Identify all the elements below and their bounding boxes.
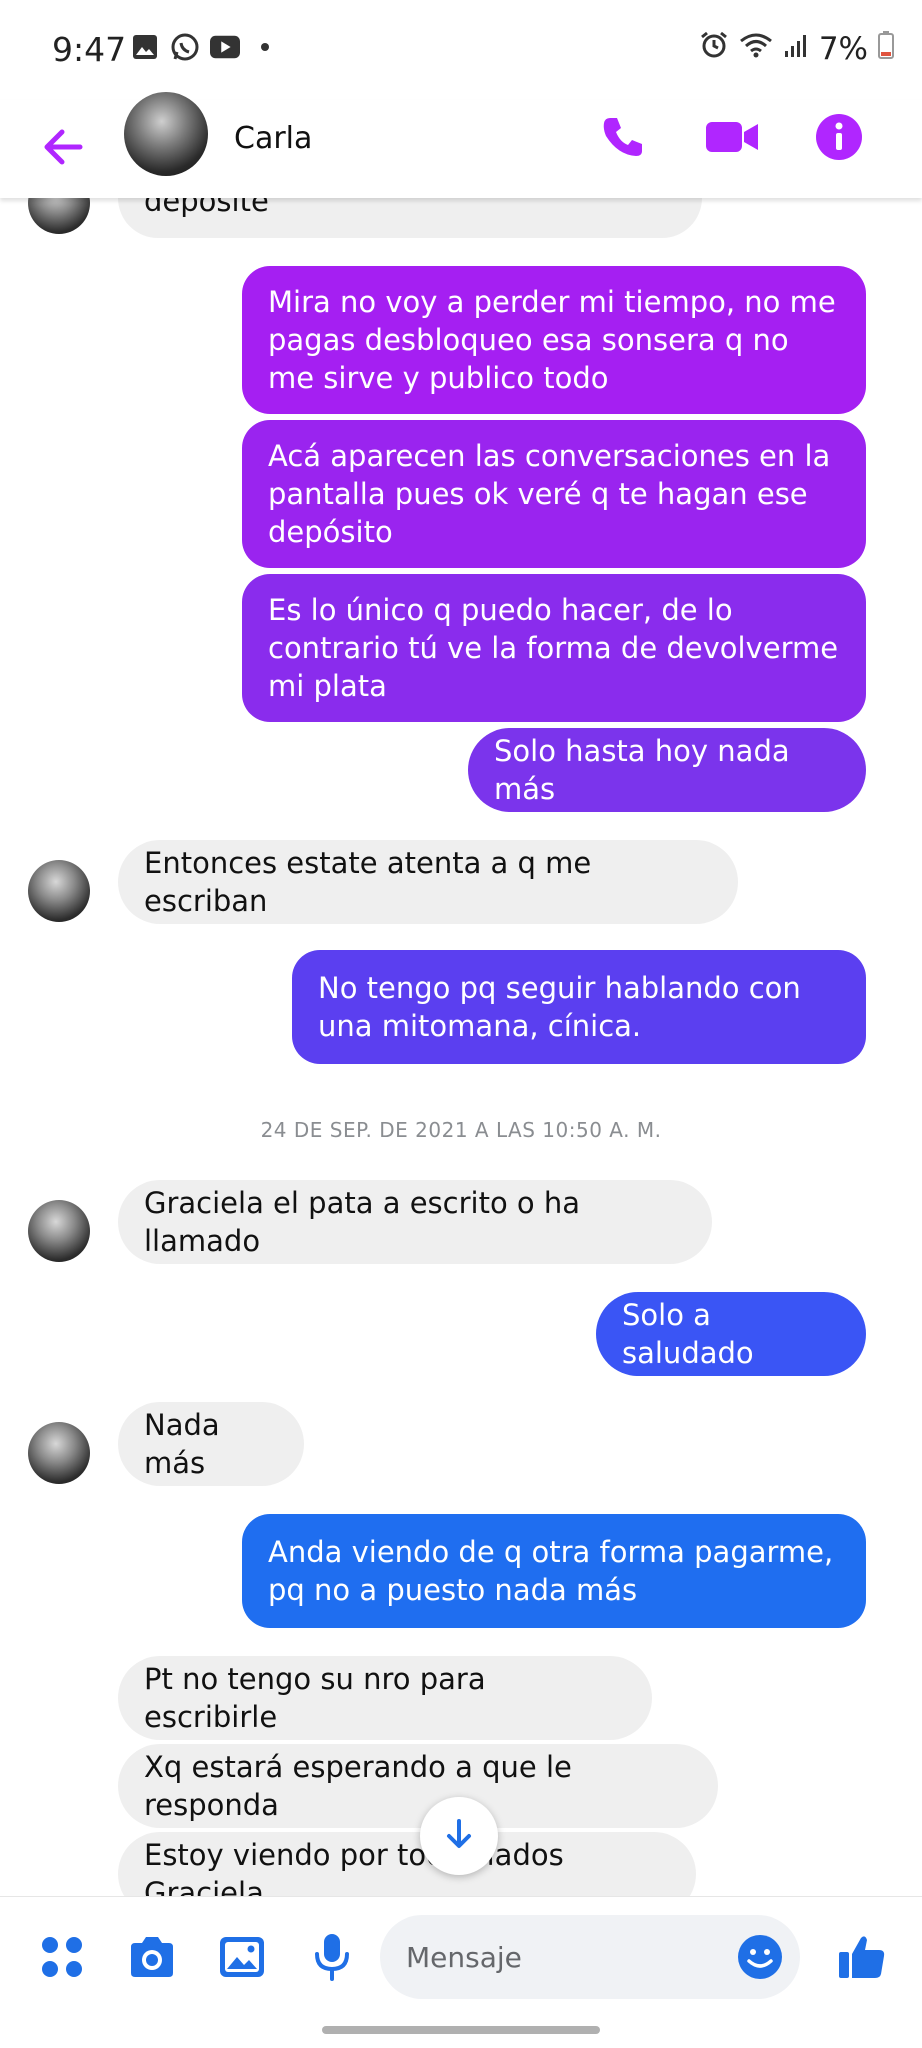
battery-icon	[878, 31, 894, 67]
incoming-message[interactable]: Pt no tengo su nro para escribirle	[118, 1656, 652, 1740]
incoming-message[interactable]: Graciela el pata a escrito o ha llamado	[118, 1180, 712, 1264]
smiley-icon[interactable]	[734, 1931, 786, 1983]
status-time: 9:47	[52, 30, 127, 69]
message-text: Solo a saludado	[622, 1298, 754, 1370]
message-text: Solo hasta hoy nada más	[494, 734, 790, 806]
incoming-message[interactable]: Entonces estate atenta a q me escriban	[118, 840, 738, 924]
arrow-down-icon	[442, 1817, 476, 1855]
contact-name[interactable]: Carla	[234, 121, 312, 156]
message-text: deposite	[144, 198, 269, 218]
home-indicator	[322, 2026, 600, 2034]
outgoing-message[interactable]: Anda viendo de q otra forma pagarme, pq …	[242, 1514, 866, 1628]
incoming-message[interactable]: Xq estará esperando a que le responda	[118, 1744, 718, 1828]
outgoing-message[interactable]: Es lo único q puedo hacer, de lo contrar…	[242, 574, 866, 722]
four-dots-icon[interactable]	[36, 1931, 88, 1983]
message-text: Graciela el pata a escrito o ha llamado	[144, 1186, 581, 1258]
info-button[interactable]	[814, 112, 864, 162]
contact-avatar-small	[28, 860, 90, 922]
message-text: Mira no voy a perder mi tiempo, no me pa…	[268, 285, 836, 395]
contact-avatar[interactable]	[124, 92, 208, 176]
alarm-icon	[699, 30, 729, 68]
message-text: Es lo único q puedo hacer, de lo contrar…	[268, 593, 839, 703]
notification-icons	[130, 32, 280, 62]
thumbs-up-icon[interactable]	[836, 1931, 888, 1983]
message-text: Anda viendo de q otra forma pagarme, pq …	[268, 1535, 834, 1607]
gallery-notification-icon	[130, 32, 160, 62]
image-icon[interactable]	[216, 1931, 268, 1983]
call-button[interactable]	[598, 112, 648, 162]
camera-icon[interactable]	[126, 1931, 178, 1983]
message-composer	[0, 1896, 922, 2017]
microphone-icon[interactable]	[306, 1931, 358, 1983]
message-text: Xq estará esperando a que le responda	[144, 1750, 572, 1822]
message-text: Estoy viendo por todos lados Graciela	[144, 1838, 564, 1898]
contact-avatar-small	[28, 1200, 90, 1262]
status-bar: 9:47 7%	[0, 0, 922, 100]
incoming-message[interactable]: Estoy viendo por todos lados Graciela	[118, 1832, 696, 1898]
contact-avatar-small	[28, 198, 90, 234]
contact-avatar-small	[28, 1422, 90, 1484]
outgoing-message[interactable]: Mira no voy a perder mi tiempo, no me pa…	[242, 266, 866, 414]
message-text: Entonces estate atenta a q me escriban	[144, 846, 592, 918]
outgoing-message[interactable]: Acá aparecen las conversaciones en la pa…	[242, 420, 866, 568]
outgoing-message[interactable]: Solo hasta hoy nada más	[468, 728, 866, 812]
timestamp: 24 DE SEP. DE 2021 A LAS 10:50 A. M.	[260, 1118, 662, 1142]
scroll-to-bottom-button[interactable]	[420, 1797, 498, 1875]
video-call-button[interactable]	[704, 112, 760, 162]
message-text: Pt no tengo su nro para escribirle	[144, 1662, 486, 1734]
message-text: Acá aparecen las conversaciones en la pa…	[268, 439, 831, 549]
system-status: 7%	[699, 30, 894, 68]
battery-percent: 7%	[818, 31, 868, 67]
whatsapp-notification-icon	[170, 32, 200, 62]
back-button[interactable]	[38, 122, 88, 172]
outgoing-message[interactable]: Solo a saludado	[596, 1292, 866, 1376]
incoming-message[interactable]: deposite	[118, 198, 702, 238]
dot-notification-icon	[250, 32, 280, 62]
youtube-notification-icon	[210, 32, 240, 62]
signal-icon	[783, 31, 809, 67]
message-list[interactable]: deposite Mira no voy a perder mi tiempo,…	[0, 198, 922, 1898]
message-text: Nada más	[144, 1408, 220, 1480]
outgoing-message[interactable]: No tengo pq seguir hablando con una mito…	[292, 950, 866, 1064]
incoming-message[interactable]: Nada más	[118, 1402, 304, 1486]
wifi-icon	[739, 31, 773, 67]
message-text: No tengo pq seguir hablando con una mito…	[318, 971, 801, 1043]
